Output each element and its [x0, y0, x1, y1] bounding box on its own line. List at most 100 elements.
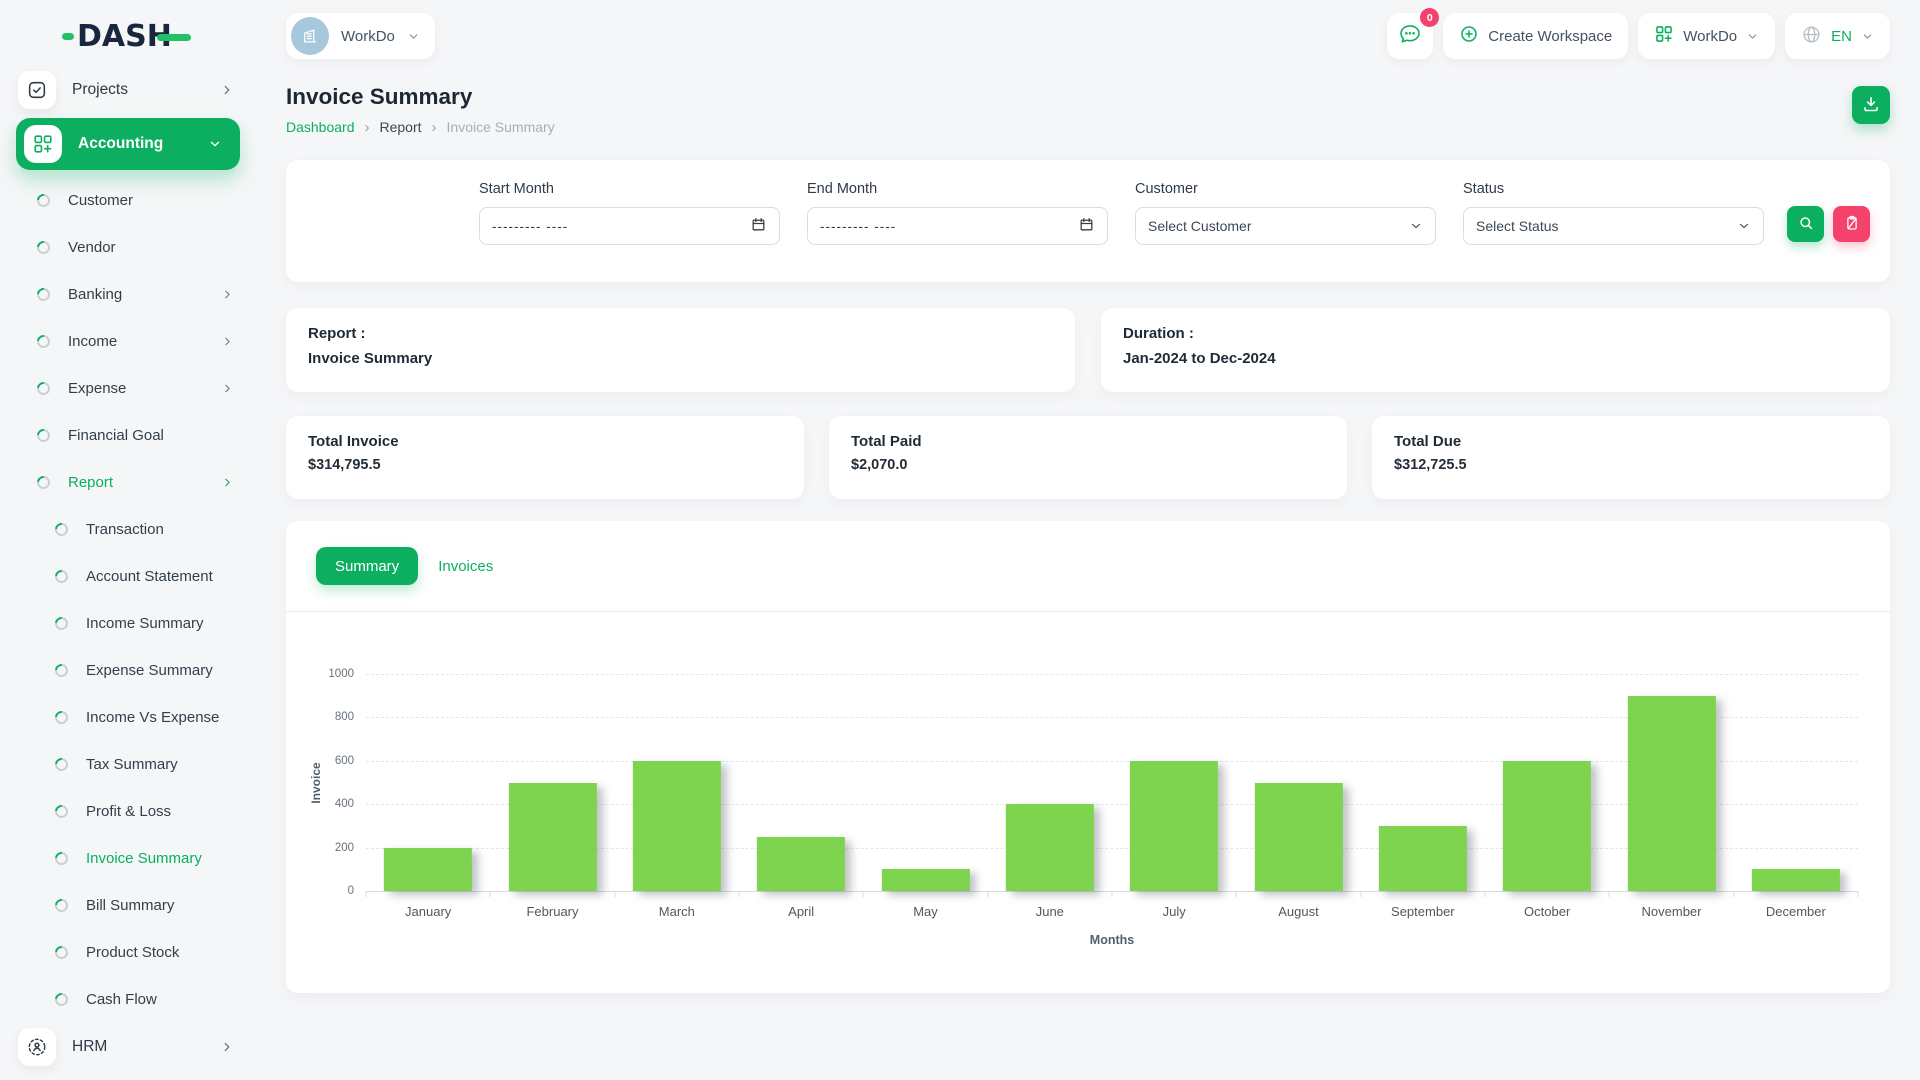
sidebar-item-projects[interactable]: Projects: [0, 66, 256, 113]
bullet-ring-icon: [52, 708, 70, 726]
sidebar-item-invoice-summary[interactable]: Invoice Summary: [0, 835, 256, 882]
customer-select[interactable]: Select Customer: [1135, 207, 1436, 245]
bullet-ring-icon: [34, 285, 52, 303]
logo-dot: [62, 33, 74, 40]
chevron-right-icon: [220, 1040, 234, 1054]
sidebar-item-income-vs-expense[interactable]: Income Vs Expense: [0, 694, 256, 741]
chart-bar-january: [384, 848, 472, 891]
language-selector[interactable]: EN: [1785, 13, 1890, 59]
report-label: Report :: [308, 325, 1053, 342]
app-menu-button[interactable]: WorkDo: [1638, 13, 1775, 59]
sidebar-item-customer[interactable]: Customer: [0, 177, 256, 224]
chevron-right-icon: [221, 476, 234, 489]
app-root: DASH Projects Accounting Customer Vendor…: [0, 0, 1920, 1080]
app-menu-label: WorkDo: [1683, 28, 1737, 45]
bullet-ring-icon: [52, 661, 70, 679]
sidebar-item-bill-summary[interactable]: Bill Summary: [0, 882, 256, 929]
x-tick-label: April: [788, 904, 814, 919]
chevron-right-icon: [221, 382, 234, 395]
breadcrumb-separator: ›: [432, 120, 437, 135]
chart-bar-february: [508, 783, 596, 892]
chat-icon: [1398, 22, 1422, 51]
sidebar-item-banking[interactable]: Banking: [0, 271, 256, 318]
main-column: WorkDo 0 Create Workspace: [256, 0, 1920, 1080]
filter-panel: Start Month --------- ---- End Month ---…: [286, 160, 1890, 282]
apply-filter-button[interactable]: [1787, 206, 1824, 242]
chart-bar-march: [633, 761, 721, 891]
notifications-button[interactable]: 0: [1387, 13, 1433, 59]
status-select[interactable]: Select Status: [1463, 207, 1764, 245]
end-month-input[interactable]: --------- ----: [807, 207, 1108, 245]
page-title: Invoice Summary: [286, 84, 1890, 110]
start-month-label: Start Month: [479, 181, 780, 197]
summary-chart-card: Summary Invoices Invoice Months 02004006…: [286, 521, 1890, 993]
dash-logo: DASH: [0, 14, 256, 58]
breadcrumb-dashboard-link[interactable]: Dashboard: [286, 119, 355, 135]
tab-summary[interactable]: Summary: [316, 547, 418, 585]
sidebar-item-report[interactable]: Report: [0, 459, 256, 506]
end-month-field: End Month --------- ----: [807, 181, 1108, 282]
sidebar-item-tax-summary[interactable]: Tax Summary: [0, 741, 256, 788]
chart-bar-october: [1503, 761, 1591, 891]
sidebar-item-income[interactable]: Income: [0, 318, 256, 365]
x-axis-title: Months: [1090, 933, 1134, 947]
chevron-down-icon: [208, 137, 222, 151]
report-duration-row: Report : Invoice Summary Duration : Jan-…: [286, 308, 1890, 392]
x-tick-label: December: [1766, 904, 1826, 919]
sidebar-item-product-stock[interactable]: Product Stock: [0, 929, 256, 976]
plus-circle-icon: [1459, 24, 1479, 48]
chart-bar-june: [1006, 804, 1094, 891]
total-paid-card: Total Paid $2,070.0: [829, 416, 1347, 499]
grid-plus-icon: [1654, 24, 1674, 48]
bullet-ring-icon: [34, 473, 52, 491]
chart-bar-september: [1379, 826, 1467, 891]
bullet-ring-icon: [52, 849, 70, 867]
report-value: Invoice Summary: [308, 350, 1053, 367]
reset-filter-button[interactable]: [1833, 206, 1870, 242]
total-due-card: Total Due $312,725.5: [1372, 416, 1890, 499]
chevron-down-icon: [1737, 219, 1751, 233]
bullet-ring-icon: [34, 238, 52, 256]
total-invoice-card: Total Invoice $314,795.5: [286, 416, 804, 499]
chevron-right-icon: [221, 288, 234, 301]
sidebar: DASH Projects Accounting Customer Vendor…: [0, 0, 256, 1080]
header-actions: 0 Create Workspace WorkDo: [1387, 13, 1890, 59]
tab-invoices[interactable]: Invoices: [438, 558, 493, 575]
total-paid-value: $2,070.0: [851, 457, 1325, 473]
sidebar-item-vendor[interactable]: Vendor: [0, 224, 256, 271]
bullet-ring-icon: [34, 379, 52, 397]
chart-plot: Invoice Months 02004006008001000JanuaryF…: [366, 674, 1858, 891]
gridline: [366, 674, 1858, 675]
report-card: Report : Invoice Summary: [286, 308, 1075, 392]
sidebar-item-hrm[interactable]: HRM: [0, 1023, 256, 1070]
sidebar-item-accounting[interactable]: Accounting: [16, 118, 240, 170]
duration-label: Duration :: [1123, 325, 1868, 342]
checkbox-icon: [18, 71, 56, 109]
x-tick-label: October: [1524, 904, 1570, 919]
workspace-switcher[interactable]: WorkDo: [286, 13, 435, 59]
calendar-icon: [750, 216, 767, 236]
sidebar-item-expense[interactable]: Expense: [0, 365, 256, 412]
sidebar-item-account-statement[interactable]: Account Statement: [0, 553, 256, 600]
notification-badge: 0: [1420, 8, 1439, 27]
create-workspace-button[interactable]: Create Workspace: [1443, 13, 1628, 59]
gridline: [366, 891, 1858, 892]
page-content: Invoice Summary Dashboard › Report › Inv…: [256, 60, 1920, 993]
duration-value: Jan-2024 to Dec-2024: [1123, 350, 1868, 367]
download-button[interactable]: [1852, 86, 1890, 124]
page-title-row: Invoice Summary Dashboard › Report › Inv…: [286, 84, 1890, 142]
sidebar-item-income-summary[interactable]: Income Summary: [0, 600, 256, 647]
sidebar-item-financial-goal[interactable]: Financial Goal: [0, 412, 256, 459]
sidebar-item-transaction[interactable]: Transaction: [0, 506, 256, 553]
chart-bar-may: [881, 869, 969, 891]
bullet-ring-icon: [34, 191, 52, 209]
x-tick-label: July: [1163, 904, 1186, 919]
x-tick-label: August: [1278, 904, 1318, 919]
start-month-input[interactable]: --------- ----: [479, 207, 780, 245]
y-tick-label: 600: [335, 755, 354, 767]
breadcrumb-report-link[interactable]: Report: [380, 119, 422, 135]
y-tick-label: 0: [348, 885, 354, 897]
sidebar-item-expense-summary[interactable]: Expense Summary: [0, 647, 256, 694]
sidebar-item-cash-flow[interactable]: Cash Flow: [0, 976, 256, 1023]
sidebar-item-profit-loss[interactable]: Profit & Loss: [0, 788, 256, 835]
